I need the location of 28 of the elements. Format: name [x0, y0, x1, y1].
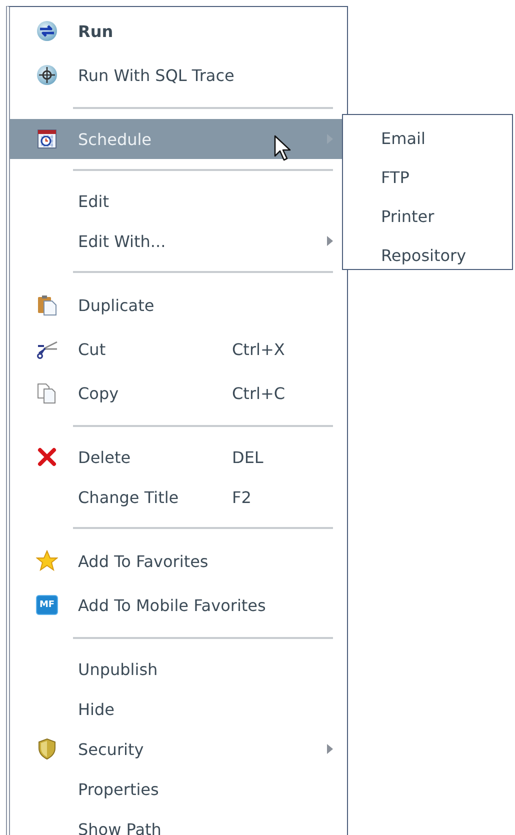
menu-item[interactable]: Show Path	[10, 809, 347, 835]
mouse-cursor-icon	[274, 135, 292, 161]
menu-item[interactable]: Delete DEL	[10, 437, 347, 477]
clipboard-icon	[36, 294, 58, 316]
copy-icon	[36, 382, 58, 404]
delete-x-icon	[36, 446, 58, 468]
menu-item[interactable]: MF Add To Mobile Favorites	[10, 583, 347, 627]
menu-item[interactable]: Add To Favorites	[10, 539, 347, 583]
menu-item[interactable]: Run With SQL Trace	[10, 53, 347, 97]
menu-item[interactable]: Unpublish	[10, 649, 347, 689]
menu-item[interactable]: Hide	[10, 689, 347, 729]
menu-item[interactable]: FTP	[343, 158, 512, 197]
menu-item[interactable]: Cut Ctrl+X	[10, 327, 347, 371]
menu-item[interactable]: Duplicate	[10, 283, 347, 327]
crosshair-icon	[36, 64, 58, 86]
menu-item[interactable]: Properties	[10, 769, 347, 809]
menu-item[interactable]: Run	[10, 9, 347, 53]
star-icon	[36, 550, 58, 572]
shortcut-label: Ctrl+C	[232, 384, 286, 402]
menu-item[interactable]: Security	[10, 729, 347, 769]
menu-item[interactable]: Change Title F2	[10, 477, 347, 517]
mobile-favorites-icon: MF	[36, 595, 58, 615]
shortcut-label: Ctrl+X	[232, 340, 285, 358]
shortcut-label: DEL	[232, 448, 264, 466]
calendar-clock-icon	[36, 128, 58, 150]
menu-item[interactable]: Copy Ctrl+C	[10, 371, 347, 415]
shortcut-label: F2	[232, 488, 252, 506]
shield-icon	[36, 738, 58, 760]
